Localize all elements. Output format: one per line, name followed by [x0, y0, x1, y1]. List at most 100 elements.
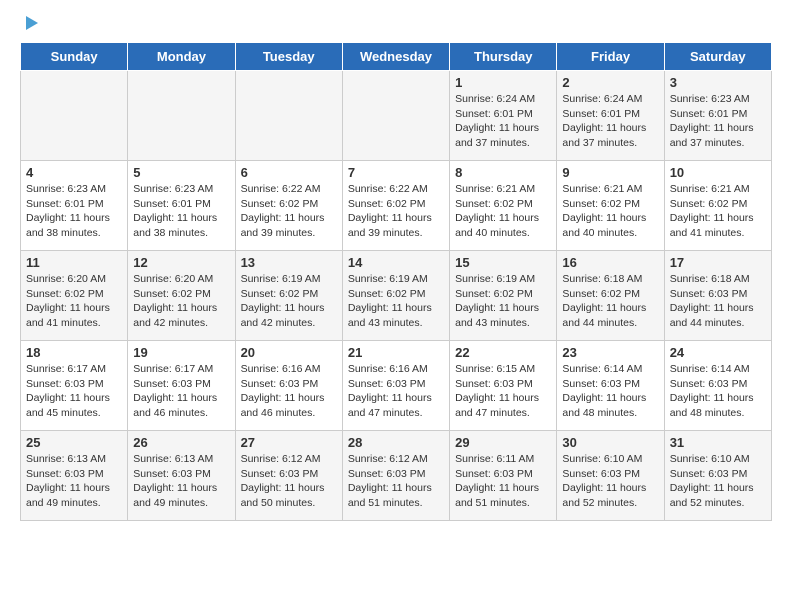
day-number: 31	[670, 435, 766, 450]
header-monday: Monday	[128, 43, 235, 71]
header-wednesday: Wednesday	[342, 43, 449, 71]
calendar-cell: 1 Sunrise: 6:24 AM Sunset: 6:01 PM Daylig…	[450, 71, 557, 161]
calendar-week-4: 18 Sunrise: 6:17 AM Sunset: 6:03 PM Dayli…	[21, 341, 772, 431]
day-info: Sunrise: 6:10 AM Sunset: 6:03 PM Dayligh…	[670, 452, 766, 511]
calendar-cell	[21, 71, 128, 161]
day-number: 18	[26, 345, 122, 360]
logo-arrow-icon	[22, 14, 40, 32]
day-number: 9	[562, 165, 658, 180]
header-sunday: Sunday	[21, 43, 128, 71]
day-number: 29	[455, 435, 551, 450]
day-info: Sunrise: 6:16 AM Sunset: 6:03 PM Dayligh…	[348, 362, 444, 421]
calendar-cell: 6 Sunrise: 6:22 AM Sunset: 6:02 PM Daylig…	[235, 161, 342, 251]
page-header	[20, 16, 772, 32]
day-info: Sunrise: 6:22 AM Sunset: 6:02 PM Dayligh…	[348, 182, 444, 241]
calendar-week-5: 25 Sunrise: 6:13 AM Sunset: 6:03 PM Dayli…	[21, 431, 772, 521]
calendar-cell: 28 Sunrise: 6:12 AM Sunset: 6:03 PM Dayli…	[342, 431, 449, 521]
calendar-cell: 26Sunrise: 6:13 AM Sunset: 6:03 PM Dayli…	[128, 431, 235, 521]
day-number: 24	[670, 345, 766, 360]
day-number: 23	[562, 345, 658, 360]
day-number: 22	[455, 345, 551, 360]
calendar-cell: 15Sunrise: 6:19 AM Sunset: 6:02 PM Dayli…	[450, 251, 557, 341]
day-number: 5	[133, 165, 229, 180]
calendar-cell: 5 Sunrise: 6:23 AM Sunset: 6:01 PM Daylig…	[128, 161, 235, 251]
calendar-cell: 17Sunrise: 6:18 AM Sunset: 6:03 PM Dayli…	[664, 251, 771, 341]
day-info: Sunrise: 6:19 AM Sunset: 6:02 PM Dayligh…	[241, 272, 337, 331]
calendar-cell: 21 Sunrise: 6:16 AM Sunset: 6:03 PM Dayli…	[342, 341, 449, 431]
calendar-week-1: 1 Sunrise: 6:24 AM Sunset: 6:01 PM Daylig…	[21, 71, 772, 161]
day-number: 1	[455, 75, 551, 90]
day-info: Sunrise: 6:10 AM Sunset: 6:03 PM Dayligh…	[562, 452, 658, 511]
calendar-cell: 18 Sunrise: 6:17 AM Sunset: 6:03 PM Dayli…	[21, 341, 128, 431]
day-info: Sunrise: 6:13 AM Sunset: 6:03 PM Dayligh…	[26, 452, 122, 511]
calendar-cell: 12 Sunrise: 6:20 AM Sunset: 6:02 PM Dayli…	[128, 251, 235, 341]
day-info: Sunrise: 6:18 AM Sunset: 6:02 PM Dayligh…	[562, 272, 658, 331]
header-saturday: Saturday	[664, 43, 771, 71]
calendar-cell	[342, 71, 449, 161]
day-info: Sunrise: 6:24 AM Sunset: 6:01 PM Dayligh…	[562, 92, 658, 151]
day-number: 3	[670, 75, 766, 90]
header-tuesday: Tuesday	[235, 43, 342, 71]
day-number: 28	[348, 435, 444, 450]
day-info: Sunrise: 6:20 AM Sunset: 6:02 PM Dayligh…	[133, 272, 229, 331]
day-info: Sunrise: 6:15 AM Sunset: 6:03 PM Dayligh…	[455, 362, 551, 421]
day-number: 15	[455, 255, 551, 270]
day-info: Sunrise: 6:22 AM Sunset: 6:02 PM Dayligh…	[241, 182, 337, 241]
calendar-cell: 19Sunrise: 6:17 AM Sunset: 6:03 PM Dayli…	[128, 341, 235, 431]
calendar-cell: 3 Sunrise: 6:23 AM Sunset: 6:01 PM Daylig…	[664, 71, 771, 161]
day-number: 20	[241, 345, 337, 360]
calendar-cell: 22 Sunrise: 6:15 AM Sunset: 6:03 PM Dayli…	[450, 341, 557, 431]
calendar-week-2: 4 Sunrise: 6:23 AM Sunset: 6:01 PM Daylig…	[21, 161, 772, 251]
day-info: Sunrise: 6:21 AM Sunset: 6:02 PM Dayligh…	[562, 182, 658, 241]
day-number: 27	[241, 435, 337, 450]
day-number: 7	[348, 165, 444, 180]
day-info: Sunrise: 6:14 AM Sunset: 6:03 PM Dayligh…	[562, 362, 658, 421]
day-info: Sunrise: 6:20 AM Sunset: 6:02 PM Dayligh…	[26, 272, 122, 331]
day-number: 8	[455, 165, 551, 180]
calendar-cell: 10Sunrise: 6:21 AM Sunset: 6:02 PM Dayli…	[664, 161, 771, 251]
day-number: 4	[26, 165, 122, 180]
day-number: 12	[133, 255, 229, 270]
header-friday: Friday	[557, 43, 664, 71]
calendar-cell: 24 Sunrise: 6:14 AM Sunset: 6:03 PM Dayli…	[664, 341, 771, 431]
calendar-cell: 31 Sunrise: 6:10 AM Sunset: 6:03 PM Dayli…	[664, 431, 771, 521]
day-number: 21	[348, 345, 444, 360]
day-info: Sunrise: 6:16 AM Sunset: 6:03 PM Dayligh…	[241, 362, 337, 421]
day-info: Sunrise: 6:23 AM Sunset: 6:01 PM Dayligh…	[670, 92, 766, 151]
day-info: Sunrise: 6:23 AM Sunset: 6:01 PM Dayligh…	[133, 182, 229, 241]
day-number: 11	[26, 255, 122, 270]
day-number: 2	[562, 75, 658, 90]
calendar-cell: 11 Sunrise: 6:20 AM Sunset: 6:02 PM Dayli…	[21, 251, 128, 341]
day-info: Sunrise: 6:21 AM Sunset: 6:02 PM Dayligh…	[670, 182, 766, 241]
day-info: Sunrise: 6:12 AM Sunset: 6:03 PM Dayligh…	[348, 452, 444, 511]
calendar-cell: 2 Sunrise: 6:24 AM Sunset: 6:01 PM Daylig…	[557, 71, 664, 161]
day-number: 13	[241, 255, 337, 270]
day-number: 6	[241, 165, 337, 180]
day-number: 26	[133, 435, 229, 450]
day-info: Sunrise: 6:24 AM Sunset: 6:01 PM Dayligh…	[455, 92, 551, 151]
day-number: 25	[26, 435, 122, 450]
calendar-week-3: 11 Sunrise: 6:20 AM Sunset: 6:02 PM Dayli…	[21, 251, 772, 341]
calendar-cell: 25 Sunrise: 6:13 AM Sunset: 6:03 PM Dayli…	[21, 431, 128, 521]
calendar-table: SundayMondayTuesdayWednesdayThursdayFrid…	[20, 42, 772, 521]
day-number: 16	[562, 255, 658, 270]
logo	[20, 16, 40, 32]
header-thursday: Thursday	[450, 43, 557, 71]
calendar-cell	[128, 71, 235, 161]
calendar-cell	[235, 71, 342, 161]
day-number: 30	[562, 435, 658, 450]
calendar-cell: 7 Sunrise: 6:22 AM Sunset: 6:02 PM Daylig…	[342, 161, 449, 251]
day-info: Sunrise: 6:14 AM Sunset: 6:03 PM Dayligh…	[670, 362, 766, 421]
day-info: Sunrise: 6:17 AM Sunset: 6:03 PM Dayligh…	[133, 362, 229, 421]
calendar-cell: 8Sunrise: 6:21 AM Sunset: 6:02 PM Daylig…	[450, 161, 557, 251]
day-info: Sunrise: 6:12 AM Sunset: 6:03 PM Dayligh…	[241, 452, 337, 511]
calendar-cell: 29Sunrise: 6:11 AM Sunset: 6:03 PM Dayli…	[450, 431, 557, 521]
day-info: Sunrise: 6:19 AM Sunset: 6:02 PM Dayligh…	[348, 272, 444, 331]
calendar-cell: 20 Sunrise: 6:16 AM Sunset: 6:03 PM Dayli…	[235, 341, 342, 431]
calendar-cell: 14Sunrise: 6:19 AM Sunset: 6:02 PM Dayli…	[342, 251, 449, 341]
day-info: Sunrise: 6:18 AM Sunset: 6:03 PM Dayligh…	[670, 272, 766, 331]
day-info: Sunrise: 6:17 AM Sunset: 6:03 PM Dayligh…	[26, 362, 122, 421]
calendar-cell: 27 Sunrise: 6:12 AM Sunset: 6:03 PM Dayli…	[235, 431, 342, 521]
calendar-cell: 4Sunrise: 6:23 AM Sunset: 6:01 PM Daylig…	[21, 161, 128, 251]
calendar-cell: 9 Sunrise: 6:21 AM Sunset: 6:02 PM Daylig…	[557, 161, 664, 251]
